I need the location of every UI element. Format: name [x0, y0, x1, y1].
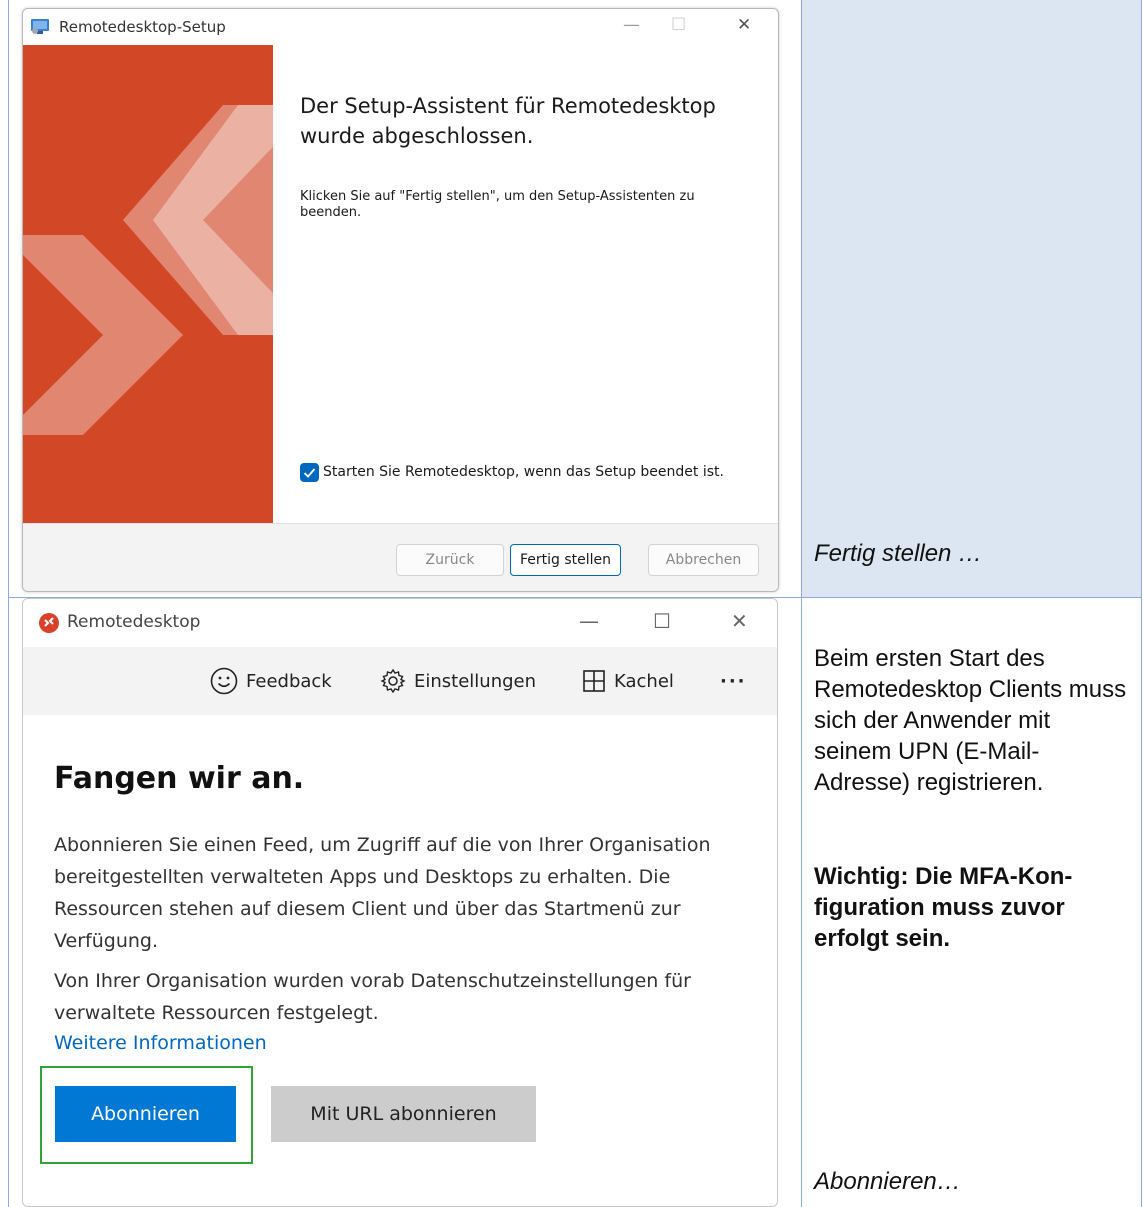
page-title: Fangen wir an. — [54, 761, 305, 796]
tile-view-label: Kachel — [614, 670, 674, 692]
minimize-button[interactable]: — — [579, 609, 599, 633]
rd-caption: Abonnieren… — [814, 1168, 961, 1195]
setup-caption: Fertig stellen … — [814, 540, 983, 567]
more-info-link[interactable]: Weitere Informationen — [54, 1027, 754, 1059]
subscribe-with-url-button[interactable]: Mit URL abonnieren — [271, 1086, 536, 1142]
table-left-border — [8, 0, 9, 1207]
minimize-button[interactable]: — — [623, 15, 640, 35]
remotedesktop-logo-icon — [39, 613, 59, 633]
more-icon[interactable]: ··· — [720, 667, 747, 695]
cancel-button[interactable]: Abbrechen — [648, 544, 759, 576]
setup-window-title: Remotedesktop-Setup — [59, 18, 226, 36]
checkmark-icon — [303, 468, 316, 478]
smiley-icon — [210, 667, 238, 695]
rd-titlebar: Remotedesktop — ☐ ✕ — [23, 599, 777, 647]
feedback-button[interactable]: Feedback — [210, 667, 332, 695]
setup-content: Der Setup-Assistent für Remotedesktop wu… — [273, 45, 778, 523]
setup-dialog: Remotedesktop-Setup — ☐ ✕ Der Setup-Assi… — [22, 8, 779, 592]
setup-banner — [23, 45, 273, 523]
back-button[interactable]: Zurück — [396, 544, 504, 576]
close-button[interactable]: ✕ — [737, 15, 751, 35]
rd-toolbar: Feedback Einstellungen Kachel ··· — [23, 647, 777, 715]
finish-button[interactable]: Fertig stellen — [510, 544, 621, 576]
subscribe-button[interactable]: Abonnieren — [55, 1086, 236, 1142]
tile-view-button[interactable]: Kachel — [582, 667, 674, 695]
table-cell-setup-caption — [801, 0, 1142, 598]
remotedesktop-window: Remotedesktop — ☐ ✕ Feedback Einstellung… — [22, 598, 778, 1207]
rd-important-note: Wichtig: Die MFA-Kon-figuration muss zuv… — [814, 863, 1073, 952]
setup-heading: Der Setup-Assistent für Remotedesktop wu… — [300, 94, 716, 148]
maximize-button[interactable]: ☐ — [671, 15, 686, 35]
setup-footer: Zurück Fertig stellen Abbrechen — [23, 523, 778, 591]
start-remotedesktop-label: Starten Sie Remotedesktop, wenn das Setu… — [323, 464, 724, 480]
gear-icon — [380, 668, 406, 694]
close-button[interactable]: ✕ — [731, 609, 748, 633]
rd-window-title: Remotedesktop — [67, 612, 201, 632]
intro-paragraph: Abonnieren Sie einen Feed, um Zugriff au… — [54, 834, 711, 952]
grid-icon — [583, 670, 605, 692]
chevron-logo-icon — [23, 105, 273, 435]
feedback-label: Feedback — [246, 670, 332, 692]
settings-label: Einstellungen — [414, 670, 537, 692]
setup-body-text: Klicken Sie auf "Fertig stellen", um den… — [300, 189, 695, 220]
start-remotedesktop-checkbox[interactable] — [300, 463, 319, 482]
setup-titlebar: Remotedesktop-Setup — ☐ ✕ — [23, 9, 778, 45]
remote-desktop-setup-icon — [31, 19, 49, 34]
maximize-button[interactable]: ☐ — [653, 609, 671, 633]
privacy-paragraph: Von Ihrer Organisation wurden vorab Date… — [54, 970, 691, 1024]
rd-description-text: Beim ersten Start des Remotedesktop Clie… — [814, 645, 1127, 796]
settings-button[interactable]: Einstellungen — [380, 667, 536, 695]
table-right-border — [1141, 0, 1142, 1207]
